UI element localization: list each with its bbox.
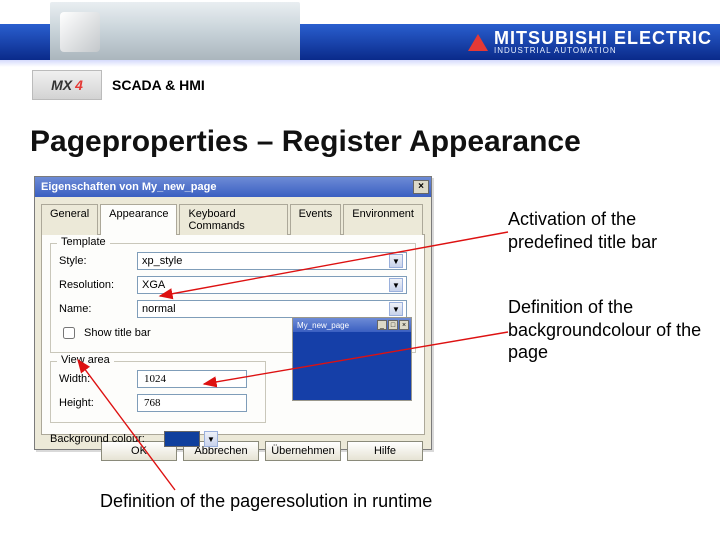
style-value: xp_style [142,255,182,267]
dialog-titlebar[interactable]: Eigenschaften von My_new_page × [35,177,431,197]
bg-label: Background colour: [50,433,160,445]
height-label: Height: [59,397,137,409]
show-title-bar-input[interactable] [63,327,75,339]
bg-colour-dropdown[interactable]: ▼ [204,431,218,447]
name-value: normal [142,303,176,315]
page-title: Pageproperties – Register Appearance [30,125,581,159]
chevron-down-icon: ▼ [389,278,403,292]
chevron-down-icon: ▼ [389,254,403,268]
mx4-logo-mx: MX [51,77,72,93]
tab-events[interactable]: Events [290,204,342,235]
mx4-logo-4: 4 [75,77,83,93]
show-title-bar-label: Show title bar [84,327,151,339]
tab-environment[interactable]: Environment [343,204,423,235]
tab-general[interactable]: General [41,204,98,235]
properties-dialog: Eigenschaften von My_new_page × General … [34,176,432,450]
brand-name: MITSUBISHI ELECTRIC [494,29,712,47]
dialog-close-button[interactable]: × [413,180,429,194]
template-group-legend: Template [57,236,110,248]
resolution-combo[interactable]: XGA ▼ [137,276,407,294]
name-combo[interactable]: normal ▼ [137,300,407,318]
width-field[interactable] [137,370,247,388]
resolution-label: Resolution: [59,279,137,291]
chevron-down-icon: ▼ [389,302,403,316]
preview-titlebar: My_new_page _□× [293,318,411,332]
dialog-tabs: General Appearance Keyboard Commands Eve… [41,203,425,235]
brand-subline: INDUSTRIAL AUTOMATION [494,47,712,55]
page-preview: My_new_page _□× [292,317,412,401]
background-colour-row: Background colour: ▼ [50,431,416,447]
dialog-title: Eigenschaften von My_new_page [41,181,216,193]
tab-appearance[interactable]: Appearance [100,204,177,235]
callout-resolution: Definition of the pageresolution in runt… [100,490,460,513]
preview-window-controls: _□× [376,320,409,330]
callout-bg-colour: Definition of the backgroundcolour of th… [508,296,708,364]
view-area-legend: View area [57,354,114,366]
close-icon: × [418,182,424,192]
header-divider [0,60,720,67]
brand-block: MITSUBISHI ELECTRIC INDUSTRIAL AUTOMATIO… [468,24,712,60]
preview-title: My_new_page [297,321,349,330]
style-label: Style: [59,255,137,267]
name-label: Name: [59,303,137,315]
subheader-title: SCADA & HMI [112,77,205,93]
tab-body-appearance: Template Style: xp_style ▼ Resolution: XG… [41,235,425,435]
width-label: Width: [59,373,137,385]
header-photo [50,2,300,62]
mx4-logo: MX4 [32,70,102,100]
bg-colour-swatch[interactable] [164,431,200,447]
mitsubishi-triangle-icon [468,34,488,51]
height-field[interactable] [137,394,247,412]
subheader: MX4 SCADA & HMI [32,70,205,100]
view-area-group: View area Width: Height: [50,361,266,423]
tab-keyboard-commands[interactable]: Keyboard Commands [179,204,287,235]
height-input[interactable] [142,396,243,410]
width-input[interactable] [142,372,243,386]
callout-title-bar: Activation of the predefined title bar [508,208,708,253]
slide-header: MITSUBISHI ELECTRIC INDUSTRIAL AUTOMATIO… [0,0,720,63]
style-combo[interactable]: xp_style ▼ [137,252,407,270]
resolution-value: XGA [142,279,165,291]
